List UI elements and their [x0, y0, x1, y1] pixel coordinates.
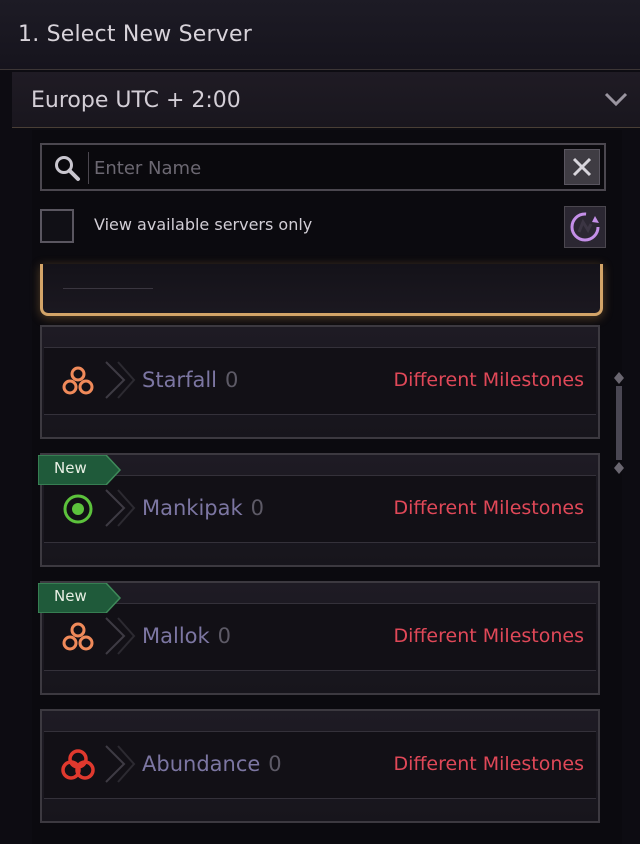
- trefoil-icon: [56, 615, 100, 659]
- available-filter-row: View available servers only: [40, 206, 606, 248]
- selected-server-card[interactable]: [40, 264, 603, 316]
- new-badge-label: New: [54, 587, 87, 605]
- target-icon: [56, 487, 100, 531]
- chevron-down-icon[interactable]: [604, 90, 628, 108]
- server-status: Different Milestones: [393, 497, 584, 519]
- search-divider: [88, 152, 89, 184]
- close-icon: [572, 157, 592, 177]
- search-input[interactable]: [92, 151, 556, 185]
- diamond-divider-icon: [105, 617, 136, 655]
- server-card[interactable]: Mankipak 0 Different Milestones New: [38, 453, 600, 567]
- server-name-text: Abundance: [142, 752, 261, 776]
- new-badge-label: New: [54, 459, 87, 477]
- refresh-icon: [570, 212, 600, 242]
- server-status: Different Milestones: [393, 753, 584, 775]
- region-dropdown[interactable]: Europe UTC + 2:00: [12, 72, 640, 128]
- knot-icon: [56, 743, 100, 787]
- card-divider: [63, 264, 153, 289]
- refresh-button[interactable]: [564, 206, 606, 248]
- server-name-text: Mallok: [142, 624, 210, 648]
- server-name-text: Starfall: [142, 368, 217, 392]
- server-name: Abundance 0: [142, 752, 282, 776]
- server-count: 0: [268, 752, 282, 776]
- search-box: [40, 143, 606, 191]
- server-card[interactable]: Mallok 0 Different Milestones New: [38, 581, 600, 695]
- diamond-divider-icon: [105, 489, 136, 527]
- server-card[interactable]: Abundance 0 Different Milestones: [40, 709, 600, 823]
- server-count: 0: [250, 496, 265, 520]
- step-title: 1. Select New Server: [18, 22, 252, 47]
- clear-search-button[interactable]: [564, 149, 600, 185]
- server-status: Different Milestones: [393, 369, 584, 391]
- server-name: Mankipak 0: [142, 496, 264, 520]
- region-label: Europe UTC + 2:00: [31, 88, 241, 113]
- available-only-checkbox[interactable]: [40, 209, 74, 243]
- new-badge: New: [38, 455, 122, 485]
- trefoil-icon: [56, 359, 100, 403]
- new-badge: New: [38, 583, 122, 613]
- diamond-divider-icon: [105, 361, 136, 399]
- available-only-label: View available servers only: [94, 215, 313, 234]
- server-card[interactable]: Starfall 0 Different Milestones: [40, 325, 600, 439]
- scrollbar[interactable]: [612, 372, 626, 474]
- server-name-text: Mankipak: [142, 496, 243, 520]
- server-count: 0: [217, 624, 232, 648]
- server-status: Different Milestones: [393, 625, 584, 647]
- search-icon: [55, 156, 80, 181]
- server-name: Starfall 0: [142, 368, 238, 392]
- step-header: 1. Select New Server: [0, 0, 640, 70]
- server-count: 0: [225, 368, 239, 392]
- diamond-divider-icon: [105, 745, 136, 783]
- server-name: Mallok 0: [142, 624, 231, 648]
